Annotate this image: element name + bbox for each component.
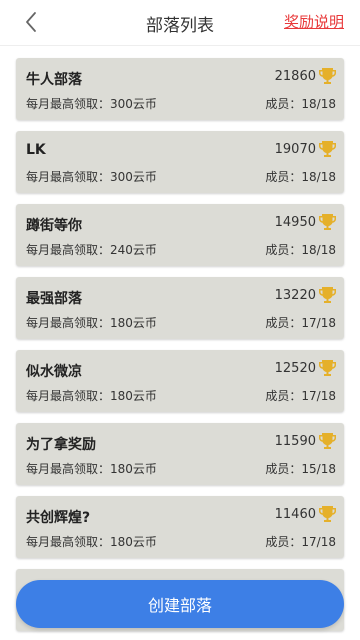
tribe-score-group: 13220 [275,286,336,304]
tribe-name: 蹲街等你 [26,218,82,234]
tribe-card[interactable]: 最强部落 13220 每月最高领取：180云币 成员：17/18 [16,277,344,339]
tribe-members: 成员：18/18 [265,170,336,184]
tribe-card[interactable]: 蹲街等你 14950 每月最高领取：240云币 成员：18/18 [16,204,344,266]
tribe-list[interactable]: 牛人部落 21860 每月最高领取：300云币 成员：18/18 LK 1907… [0,48,360,640]
tribe-name: 共创辉煌? [26,510,91,526]
tribe-score: 19070 [274,141,316,157]
tribe-monthly-quota: 每月最高领取：180云币 [26,316,157,330]
tribe-monthly-quota: 每月最高领取：300云币 [26,170,157,184]
tribe-members: 成员：18/18 [265,97,336,111]
tribe-monthly-quota: 每月最高领取：180云币 [26,535,157,549]
trophy-icon [319,68,336,84]
tribe-score: 11590 [274,433,316,449]
trophy-icon [319,214,336,230]
tribe-score-group: 11460 [275,505,336,523]
tribe-members: 成员：17/18 [265,535,336,549]
reward-info-link[interactable]: 奖励说明 [284,11,344,32]
tribe-monthly-quota: 每月最高领取：180云币 [26,389,157,403]
tribe-card[interactable]: 似水微凉 12520 每月最高领取：180云币 成员：17/18 [16,350,344,412]
tribe-name: 最强部落 [26,291,82,307]
tribe-score: 13220 [274,287,316,303]
tribe-name: LK [26,142,46,158]
tribe-card[interactable]: LK 19070 每月最高领取：300云币 成员：18/18 [16,131,344,193]
tribe-card[interactable]: 为了拿奖励 11590 每月最高领取：180云币 成员：15/18 [16,423,344,485]
tribe-monthly-quota: 每月最高领取：300云币 [26,97,157,111]
tribe-name: 为了拿奖励 [26,437,96,453]
tribe-score: 11460 [274,506,316,522]
tribe-score-group: 12520 [275,359,336,377]
tribe-score-group: 21860 [275,67,336,85]
trophy-icon [319,287,336,303]
trophy-icon [319,433,336,449]
tribe-members: 成员：18/18 [265,243,336,257]
trophy-icon [319,141,336,157]
tribe-card[interactable]: 牛人部落 21860 每月最高领取：300云币 成员：18/18 [16,58,344,120]
tribe-score: 12520 [274,360,316,376]
tribe-score: 14950 [274,214,316,230]
tribe-score-group: 19070 [275,140,336,158]
top-nav-bar: 部落列表 奖励说明 [0,0,360,46]
tribe-score-group: 14950 [275,213,336,231]
tribe-monthly-quota: 每月最高领取：180云币 [26,462,157,476]
trophy-icon [319,506,336,522]
tribe-card[interactable]: 共创辉煌? 11460 每月最高领取：180云币 成员：17/18 [16,496,344,558]
tribe-score-group: 11590 [275,432,336,450]
trophy-icon [319,360,336,376]
tribe-members: 成员：17/18 [265,316,336,330]
tribe-score: 21860 [274,68,316,84]
create-tribe-button[interactable]: 创建部落 [16,580,344,628]
tribe-members: 成员：17/18 [265,389,336,403]
tribe-monthly-quota: 每月最高领取：240云币 [26,243,157,257]
tribe-name: 似水微凉 [26,364,82,380]
tribe-members: 成员：15/18 [265,462,336,476]
tribe-name: 牛人部落 [26,72,82,88]
